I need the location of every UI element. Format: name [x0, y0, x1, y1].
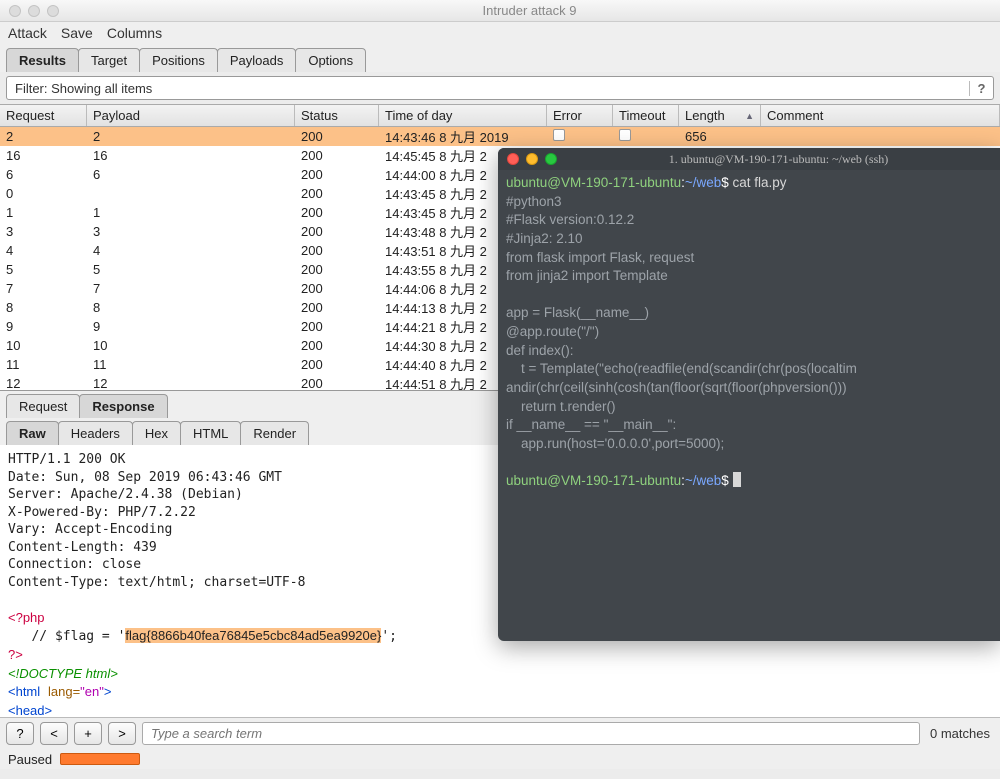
table-header: Request Payload Status Time of day Error… [0, 105, 1000, 127]
col-comment[interactable]: Comment [761, 105, 1000, 126]
col-error[interactable]: Error [547, 105, 613, 126]
filter-bar[interactable]: Filter: Showing all items ? [6, 76, 994, 100]
format-tab-raw[interactable]: Raw [6, 421, 59, 445]
search-matches: 0 matches [926, 726, 994, 741]
tab-positions[interactable]: Positions [139, 48, 218, 72]
search-input[interactable] [142, 722, 920, 745]
search-next-button[interactable]: > [108, 722, 136, 745]
menubar: Attack Save Columns [0, 22, 1000, 44]
view-tab-request[interactable]: Request [6, 394, 80, 418]
view-tab-response[interactable]: Response [79, 394, 167, 418]
terminal-titlebar: 1. ubuntu@VM-190-171-ubuntu: ~/web (ssh) [498, 148, 1000, 170]
sort-indicator-icon: ▲ [745, 111, 754, 121]
search-plus-button[interactable]: + [74, 722, 102, 745]
window-titlebar: Intruder attack 9 [0, 0, 1000, 22]
col-request[interactable]: Request [0, 105, 87, 126]
format-tab-render[interactable]: Render [240, 421, 309, 445]
col-timeout[interactable]: Timeout [613, 105, 679, 126]
filter-text: Filter: Showing all items [7, 81, 969, 96]
filter-help-icon[interactable]: ? [969, 81, 993, 96]
format-tab-headers[interactable]: Headers [58, 421, 133, 445]
format-tab-html[interactable]: HTML [180, 421, 241, 445]
format-tab-hex[interactable]: Hex [132, 421, 181, 445]
traffic-lights [0, 5, 59, 17]
minimize-icon [526, 153, 538, 165]
col-status[interactable]: Status [295, 105, 379, 126]
terminal-body[interactable]: ubuntu@VM-190-171-ubuntu:~/web$ cat fla.… [498, 170, 1000, 495]
terminal-traffic-lights[interactable] [498, 153, 557, 165]
terminal-window[interactable]: 1. ubuntu@VM-190-171-ubuntu: ~/web (ssh)… [498, 148, 1000, 641]
search-bar: ? < + > 0 matches [0, 717, 1000, 749]
main-tabs: ResultsTargetPositionsPayloadsOptions [0, 44, 1000, 72]
close-icon [507, 153, 519, 165]
menu-attack[interactable]: Attack [8, 25, 47, 41]
tab-options[interactable]: Options [295, 48, 366, 72]
col-payload[interactable]: Payload [87, 105, 295, 126]
tab-target[interactable]: Target [78, 48, 140, 72]
tab-payloads[interactable]: Payloads [217, 48, 296, 72]
tab-results[interactable]: Results [6, 48, 79, 72]
checkbox-icon [553, 129, 565, 141]
menu-columns[interactable]: Columns [107, 25, 162, 41]
col-length[interactable]: Length▲ [679, 105, 761, 126]
status-bar: Paused [0, 749, 1000, 769]
search-prev-button[interactable]: < [40, 722, 68, 745]
terminal-title: 1. ubuntu@VM-190-171-ubuntu: ~/web (ssh) [557, 152, 1000, 167]
search-help-button[interactable]: ? [6, 722, 34, 745]
col-time[interactable]: Time of day [379, 105, 547, 126]
window-title: Intruder attack 9 [59, 3, 1000, 18]
checkbox-icon [619, 129, 631, 141]
menu-save[interactable]: Save [61, 25, 93, 41]
progress-bar [60, 753, 140, 765]
zoom-icon [545, 153, 557, 165]
status-text: Paused [8, 752, 52, 767]
